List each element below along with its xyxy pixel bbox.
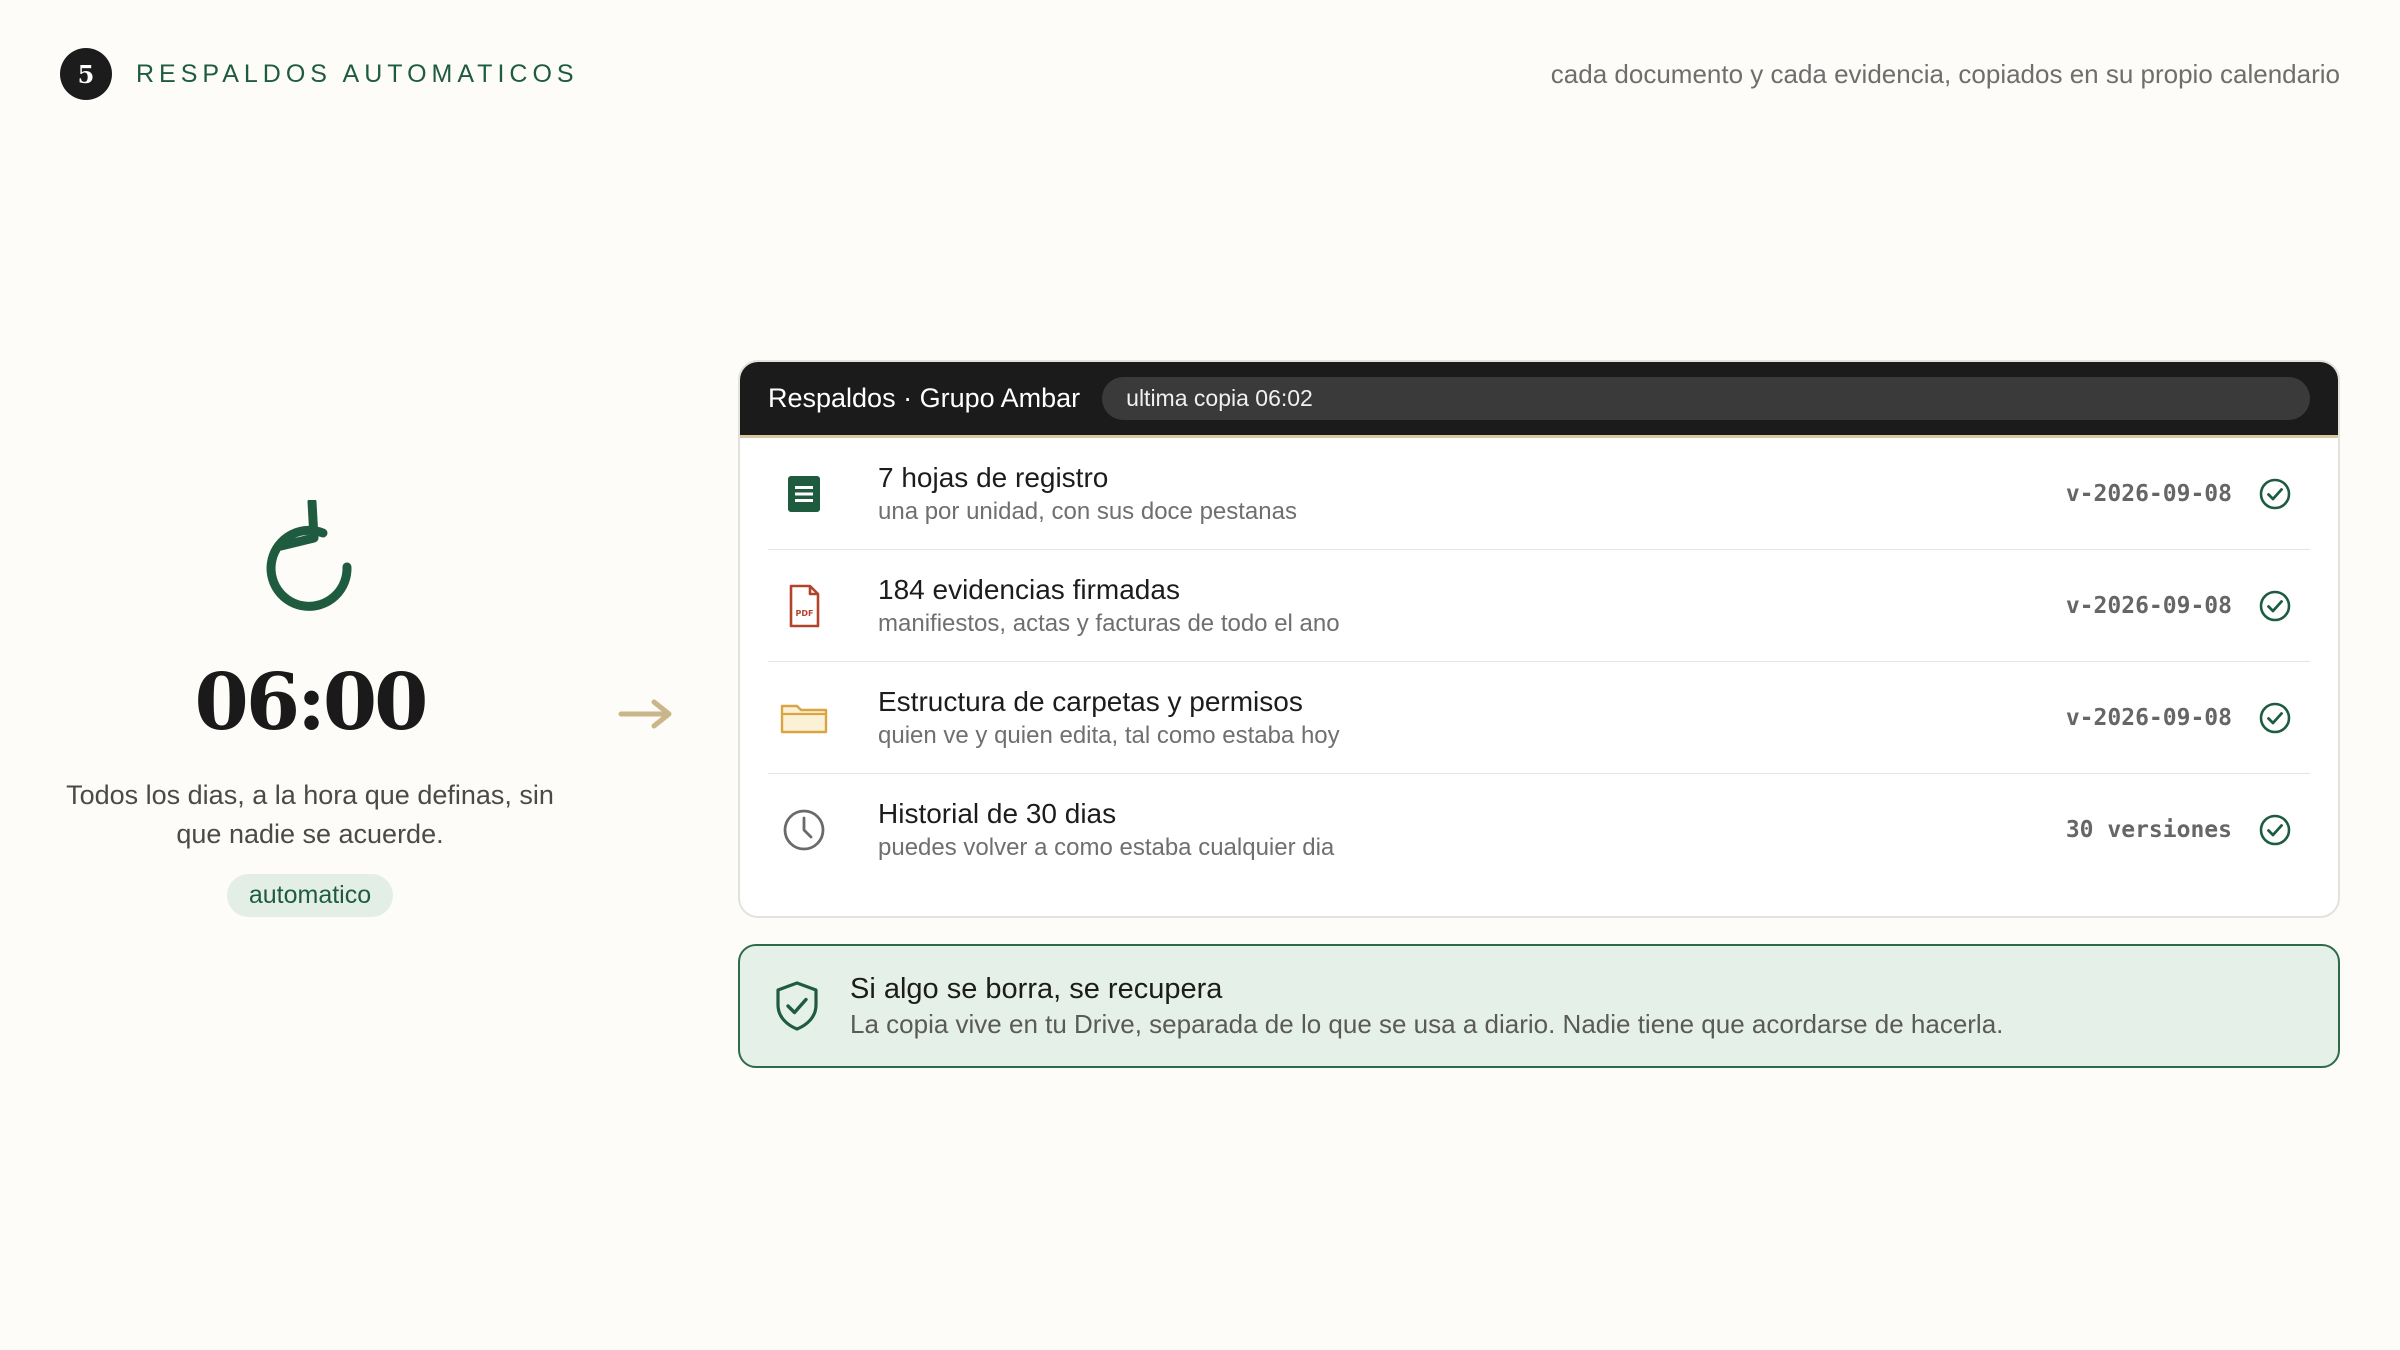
folder-icon <box>780 704 828 733</box>
note-title: Si algo se borra, se recupera <box>850 973 1223 1005</box>
row-subtitle: manifiestos, actas y facturas de todo el… <box>878 609 1340 637</box>
row-version: v-2026-09-08 <box>2065 704 2232 731</box>
pdf-icon: PDF <box>789 584 820 627</box>
row-title: Estructura de carpetas y permisos <box>878 685 1303 717</box>
backup-list: 7 hojas de registro una por unidad, con … <box>740 438 2338 886</box>
schedule-time: 06:00 <box>194 657 429 748</box>
schedule-panel: 06:00 Todos los dias, a la hora que defi… <box>60 500 560 917</box>
schedule-description-line2: que nadie se acuerde. <box>176 819 444 849</box>
card-header: Respaldos · Grupo Ambar ultima copia 06:… <box>740 362 2338 438</box>
card-title: Respaldos · Grupo Ambar <box>768 383 1081 413</box>
step-badge: 5 <box>60 48 112 100</box>
shield-check-icon <box>776 981 818 1031</box>
automatic-pill: automatico <box>226 874 394 917</box>
row-subtitle: puedes volver a como estaba cualquier di… <box>878 834 1335 861</box>
backup-card: Respaldos · Grupo Ambar ultima copia 06:… <box>738 360 2340 918</box>
backup-row-evidence: PDF 184 evidencias firmadas manifiestos,… <box>768 550 2310 662</box>
row-title: 7 hojas de registro <box>878 461 1109 493</box>
svg-text:PDF: PDF <box>796 609 814 618</box>
row-title: Historial de 30 dias <box>878 798 1117 829</box>
schedule-description: Todos los dias, a la hora que definas, s… <box>66 776 554 854</box>
header-subtitle: cada documento y cada evidencia, copiado… <box>1550 58 2340 89</box>
row-version: 30 versiones <box>2065 817 2232 843</box>
row-texts: Historial de 30 dias puedes volver a com… <box>878 796 2066 864</box>
check-circle-icon <box>2259 478 2291 509</box>
row-title: 184 evidencias firmadas <box>878 573 1180 605</box>
schedule-description-line1: Todos los dias, a la hora que definas, s… <box>66 780 554 810</box>
clock-icon <box>783 809 825 851</box>
row-texts: Estructura de carpetas y permisos quien … <box>878 684 2066 752</box>
note-description: La copia vive en tu Drive, separada de l… <box>850 1009 2004 1039</box>
row-subtitle: quien ve y quien edita, tal como estaba … <box>878 721 1340 749</box>
refresh-icon <box>266 500 352 611</box>
header-left: 5 RESPALDOS AUTOMATICOS <box>60 48 579 100</box>
backup-row-folders: Estructura de carpetas y permisos quien … <box>768 662 2310 774</box>
section-title: RESPALDOS AUTOMATICOS <box>136 59 579 88</box>
check-circle-icon <box>2259 590 2291 621</box>
row-version: v-2026-09-08 <box>2065 480 2232 507</box>
row-version: v-2026-09-08 <box>2065 592 2232 619</box>
check-circle-icon <box>2259 814 2291 846</box>
row-texts: 7 hojas de registro una por unidad, con … <box>878 460 2066 528</box>
backup-row-history: Historial de 30 dias puedes volver a com… <box>768 774 2310 886</box>
backup-row-sheets: 7 hojas de registro una por unidad, con … <box>768 438 2310 550</box>
slide-header: 5 RESPALDOS AUTOMATICOS cada documento y… <box>60 48 2340 100</box>
note-texts: Si algo se borra, se recupera La copia v… <box>850 971 2003 1041</box>
check-circle-icon <box>2259 702 2291 733</box>
recovery-note: Si algo se borra, se recupera La copia v… <box>738 944 2340 1068</box>
row-texts: 184 evidencias firmadas manifiestos, act… <box>878 572 2066 640</box>
row-subtitle: una por unidad, con sus doce pestanas <box>878 497 1297 525</box>
last-copy-status: ultima copia 06:02 <box>1102 377 2310 420</box>
arrow-right-icon <box>618 699 672 729</box>
sheet-icon <box>788 475 820 512</box>
